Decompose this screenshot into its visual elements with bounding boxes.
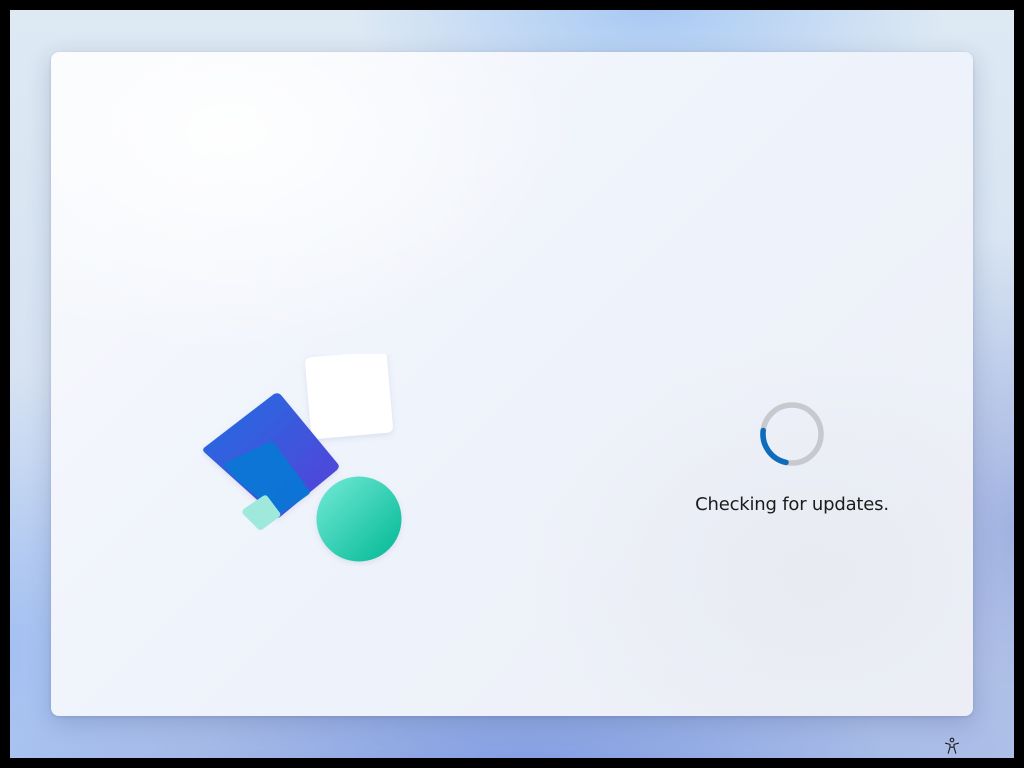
white-square-shape [305,354,393,439]
accessibility-icon [944,737,960,754]
status-message: Checking for updates. [695,494,889,515]
windows-setup-illustration [203,354,402,562]
teal-circle-shape [316,476,402,562]
setup-card: Checking for updates. [51,52,973,716]
progress-spinner [760,402,824,466]
spinner-arc [760,427,789,466]
oobe-screen: Checking for updates. [10,10,1014,758]
accessibility-button[interactable] [940,734,964,758]
status-area: Checking for updates. [651,392,933,532]
